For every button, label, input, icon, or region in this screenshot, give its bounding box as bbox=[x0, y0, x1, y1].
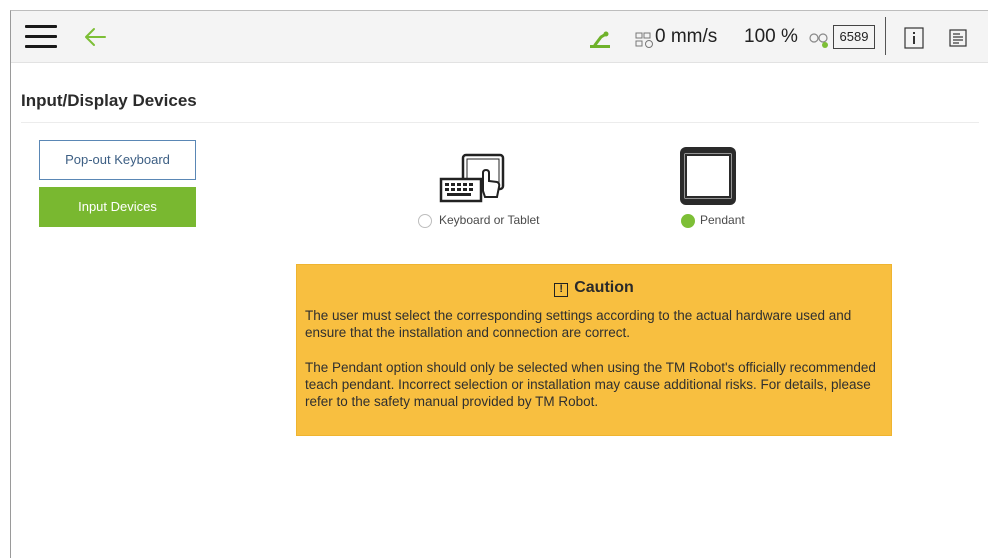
warning-icon: ! bbox=[554, 283, 569, 297]
caution-panel: ! Caution The user must select the corres… bbox=[296, 264, 892, 436]
info-icon[interactable] bbox=[904, 27, 924, 49]
topbar-divider bbox=[885, 17, 886, 55]
pendant-icon[interactable] bbox=[678, 145, 738, 207]
counter-badge: 6589 bbox=[833, 25, 875, 49]
keyboard-tablet-icon[interactable] bbox=[439, 151, 509, 207]
title-divider bbox=[21, 122, 979, 123]
page-title: Input/Display Devices bbox=[21, 91, 197, 110]
input-devices-button[interactable]: Input Devices bbox=[39, 187, 196, 227]
connection-icon bbox=[809, 33, 828, 48]
pendant-label[interactable]: Pendant bbox=[700, 213, 745, 227]
pendant-radio[interactable] bbox=[681, 214, 695, 228]
menu-icon[interactable] bbox=[25, 25, 61, 51]
speed-icon bbox=[635, 32, 653, 48]
keyboard-tablet-radio[interactable] bbox=[418, 214, 432, 228]
speed-readout: 0 mm/s bbox=[655, 26, 718, 47]
caution-text-2: The Pendant option should only be select… bbox=[305, 360, 876, 409]
top-bar: 0 mm/s 100 % 6589 bbox=[11, 11, 988, 63]
keyboard-tablet-label[interactable]: Keyboard or Tablet bbox=[439, 213, 540, 227]
speed-percent: 100 % bbox=[744, 26, 798, 47]
robot-arm-icon[interactable] bbox=[589, 29, 611, 49]
caution-title: Caution bbox=[574, 279, 634, 296]
caution-text-1: The user must select the corresponding s… bbox=[305, 308, 852, 340]
popout-keyboard-button[interactable]: Pop-out Keyboard bbox=[39, 140, 196, 180]
back-arrow-icon[interactable] bbox=[81, 23, 109, 51]
app-window: 0 mm/s 100 % 6589 Input/Display Devices … bbox=[10, 10, 988, 558]
log-icon[interactable] bbox=[949, 29, 967, 47]
caution-heading: ! Caution bbox=[297, 279, 891, 297]
